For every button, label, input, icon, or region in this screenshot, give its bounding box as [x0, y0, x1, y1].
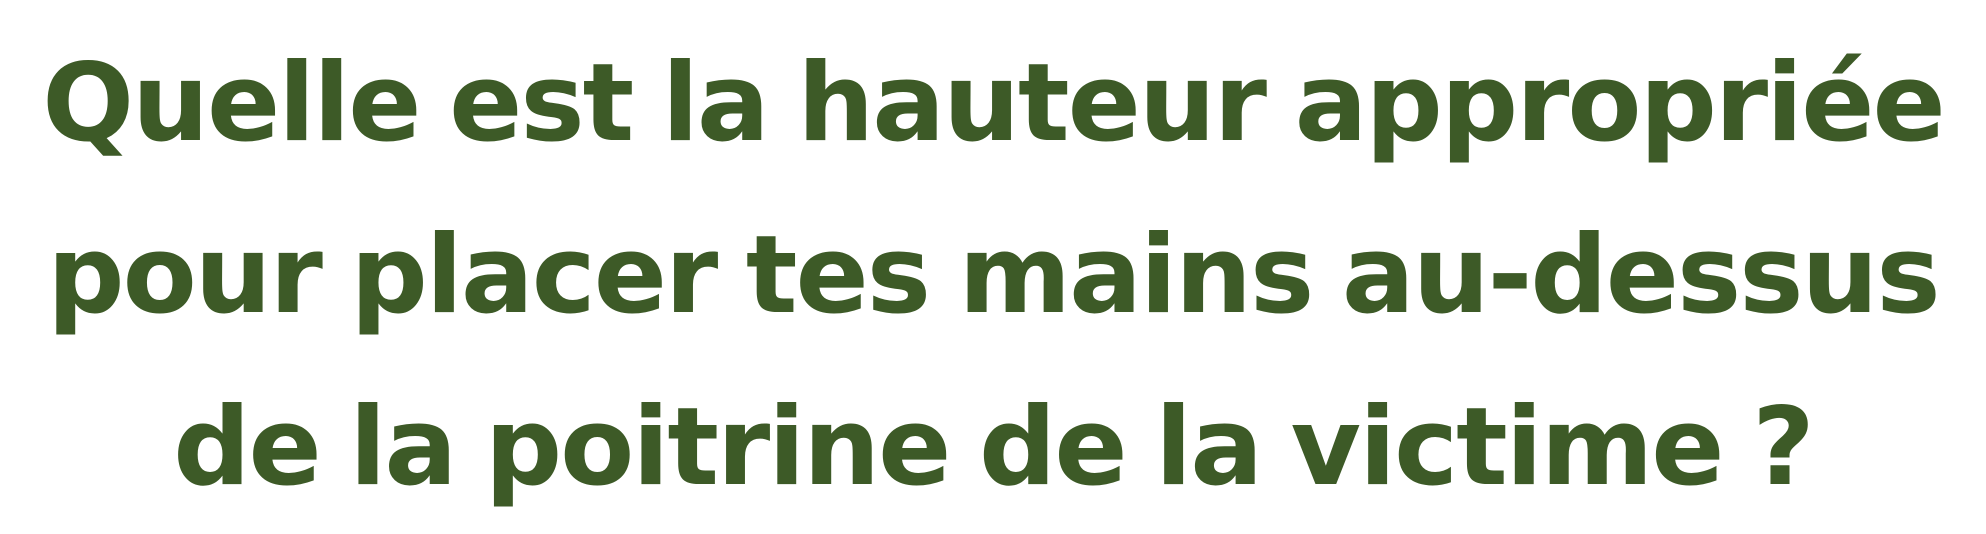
question-line-2: pour placer tes mains au-dessus — [47, 213, 1940, 338]
question-line-3: de la poitrine de la victime ? — [173, 385, 1815, 510]
question-text: Quelle est la hauteur appropriée pour pl… — [0, 18, 1986, 534]
question-line-1: Quelle est la hauteur appropriée — [42, 41, 1945, 166]
